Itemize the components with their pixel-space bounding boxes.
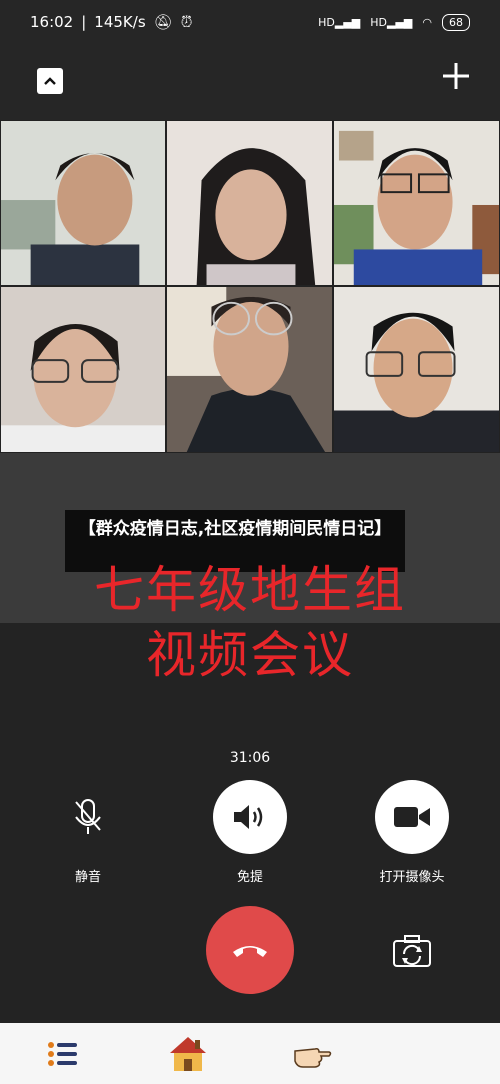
nav-home-button[interactable] — [166, 1032, 210, 1076]
participant-video-1[interactable] — [0, 120, 166, 286]
speaker-label: 免提 — [236, 870, 263, 885]
add-participant-button[interactable] — [438, 58, 474, 94]
hang-up-button[interactable] — [206, 906, 294, 994]
mute-button[interactable] — [51, 780, 125, 854]
mute-control[interactable]: 静音 — [38, 780, 138, 885]
chevron-up-icon — [44, 77, 56, 85]
participant-video-5[interactable] — [166, 286, 333, 453]
camera-label: 打开摄像头 — [379, 870, 445, 885]
blank-icon — [434, 1050, 441, 1057]
nav-list-button[interactable] — [41, 1032, 85, 1076]
nav-placeholder-button[interactable] — [416, 1032, 460, 1076]
list-icon — [47, 1041, 77, 1066]
camera-button[interactable] — [375, 780, 449, 854]
shared-screen-line-2: 视频会议 — [146, 626, 354, 684]
participant-video-grid — [0, 120, 500, 453]
speaker-control[interactable]: 免提 — [200, 780, 300, 885]
wifi-icon: ◠ — [422, 15, 432, 29]
call-timer: 31:06 — [229, 750, 271, 766]
video-camera-icon — [394, 807, 430, 827]
switch-camera-icon — [393, 935, 431, 967]
status-bar: 16:02 | 145K/s 🔕︎ ⏰︎ HD▂▄▆ HD▂▄▆ ◠ 68 — [0, 0, 500, 44]
mute-label: 静音 — [74, 870, 101, 885]
network-speed: 145K/s — [94, 13, 146, 31]
camera-control[interactable]: 打开摄像头 — [362, 780, 462, 885]
hang-up-phone-icon — [233, 946, 267, 957]
pointing-hand-icon — [293, 1047, 331, 1068]
collapse-button[interactable] — [37, 68, 63, 94]
participant-video-2[interactable] — [166, 120, 333, 286]
microphone-off-icon — [75, 799, 101, 834]
signal-hd-1-icon: HD▂▄▆ — [318, 15, 361, 29]
shared-screen-line-1: 七年级地生组 — [94, 561, 406, 619]
switch-camera-button[interactable] — [392, 934, 432, 968]
nav-pointing-hand-button[interactable] — [291, 1032, 335, 1076]
signal-hd-2-icon: HD▂▄▆ — [370, 15, 413, 29]
status-time: 16:02 — [30, 13, 74, 31]
participant-video-3[interactable] — [333, 120, 500, 286]
house-icon — [169, 1036, 206, 1071]
participant-video-4[interactable] — [0, 286, 166, 453]
participant-video-6[interactable] — [333, 286, 500, 453]
speaker-button[interactable] — [213, 780, 287, 854]
plus-icon — [443, 63, 469, 89]
alarm-icon: ⏰︎ — [180, 13, 193, 31]
speaker-icon — [234, 805, 263, 829]
battery-indicator: 68 — [442, 13, 470, 31]
top-bar — [0, 44, 500, 120]
bottom-navigation — [0, 1023, 500, 1084]
mute-notifications-icon: 🔕︎ — [153, 13, 173, 31]
